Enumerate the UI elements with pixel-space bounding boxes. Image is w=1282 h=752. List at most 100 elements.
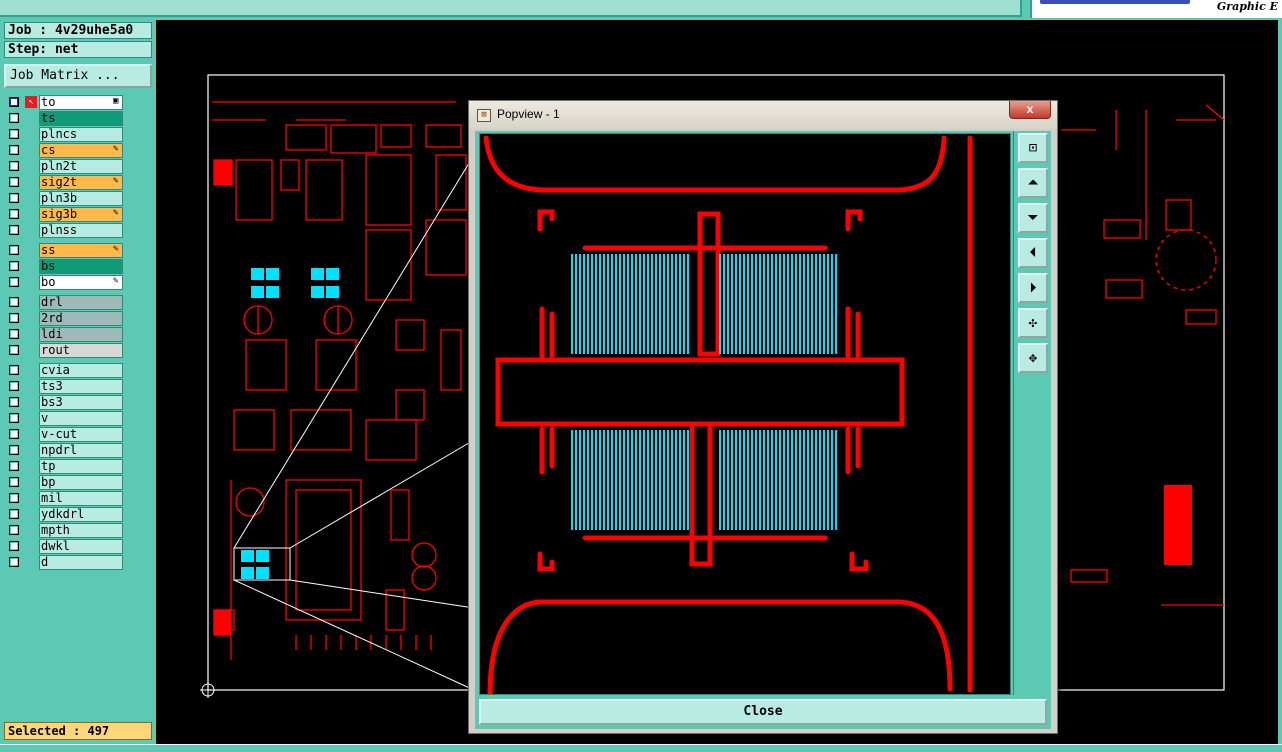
- layer-row[interactable]: v: [5, 411, 125, 426]
- layer-name[interactable]: ts: [39, 111, 123, 126]
- layer-row[interactable]: bs3: [5, 395, 125, 410]
- layer-checkbox[interactable]: [9, 277, 19, 287]
- layer-row[interactable]: ts3: [5, 379, 125, 394]
- close-button[interactable]: Close: [479, 699, 1047, 725]
- layer-row[interactable]: cvia: [5, 363, 125, 378]
- layer-name[interactable]: 2rd: [39, 311, 123, 326]
- layer-row[interactable]: pln3b: [5, 191, 125, 206]
- layer-name[interactable]: cvia: [39, 363, 123, 378]
- layer-checkbox[interactable]: [9, 541, 19, 551]
- layer-name[interactable]: pln2t: [39, 159, 123, 174]
- job-matrix-button[interactable]: Job Matrix ...: [4, 64, 152, 88]
- layer-row[interactable]: tp: [5, 459, 125, 474]
- layer-checkbox[interactable]: [9, 209, 19, 219]
- layer-row[interactable]: 2rd: [5, 311, 125, 326]
- layer-row[interactable]: ss ✎: [5, 243, 125, 258]
- layer-name[interactable]: drl: [39, 295, 123, 310]
- layer-name[interactable]: plncs: [39, 127, 123, 142]
- layer-checkbox[interactable]: [9, 397, 19, 407]
- layer-checkbox[interactable]: [9, 97, 19, 107]
- layer-checkbox[interactable]: [9, 461, 19, 471]
- layer-checkbox[interactable]: [9, 525, 19, 535]
- layer-name[interactable]: ss: [39, 243, 123, 258]
- layer-row[interactable]: ydkdrl: [5, 507, 125, 522]
- menu-strip[interactable]: [0, 0, 1022, 17]
- layer-name[interactable]: plnss: [39, 223, 123, 238]
- layer-row[interactable]: d: [5, 555, 125, 570]
- layer-row[interactable]: ldi: [5, 327, 125, 342]
- zoom-in-icon[interactable]: ✣: [1018, 308, 1048, 338]
- layer-name[interactable]: mpth: [39, 523, 123, 538]
- layer-name[interactable]: ts3: [39, 379, 123, 394]
- layer-checkbox[interactable]: [9, 113, 19, 123]
- layer-name[interactable]: mil: [39, 491, 123, 506]
- layer-name[interactable]: v: [39, 411, 123, 426]
- layer-name[interactable]: bo: [39, 275, 123, 290]
- layer-checkbox[interactable]: [9, 129, 19, 139]
- layer-checkbox[interactable]: [9, 345, 19, 355]
- pan-left-icon[interactable]: ⏴: [1018, 238, 1048, 268]
- pan-up-icon[interactable]: ⏶: [1018, 168, 1048, 198]
- layer-checkbox[interactable]: [9, 429, 19, 439]
- layer-row[interactable]: bo ✎: [5, 275, 125, 290]
- layer-name[interactable]: sig2t: [39, 175, 123, 190]
- layer-checkbox[interactable]: [9, 413, 19, 423]
- layer-checkbox[interactable]: [9, 177, 19, 187]
- layer-row[interactable]: rout: [5, 343, 125, 358]
- layer-checkbox[interactable]: [9, 313, 19, 323]
- layer-row[interactable]: v-cut: [5, 427, 125, 442]
- layer-name[interactable]: bs3: [39, 395, 123, 410]
- layer-row[interactable]: ↖ to ▣: [5, 95, 125, 110]
- popview-titlebar[interactable]: ⊠ Popview - 1 x: [469, 101, 1057, 129]
- layer-row[interactable]: npdrl: [5, 443, 125, 458]
- layer-name[interactable]: to: [39, 95, 123, 110]
- layer-name[interactable]: dwkl: [39, 539, 123, 554]
- vertical-scrollbar[interactable]: [1278, 20, 1282, 746]
- layer-row[interactable]: ts: [5, 111, 125, 126]
- layer-checkbox[interactable]: [9, 557, 19, 567]
- layer-checkbox[interactable]: [9, 365, 19, 375]
- pan-right-icon[interactable]: ⏵: [1018, 273, 1048, 303]
- layer-name[interactable]: rout: [39, 343, 123, 358]
- zoom-fit-icon[interactable]: ⊡: [1018, 133, 1048, 163]
- layer-name[interactable]: cs: [39, 143, 123, 158]
- layer-row[interactable]: mil: [5, 491, 125, 506]
- layer-checkbox[interactable]: [9, 193, 19, 203]
- layer-name[interactable]: sig3b: [39, 207, 123, 222]
- popview-zoom-view[interactable]: [479, 133, 1011, 697]
- layer-name[interactable]: pln3b: [39, 191, 123, 206]
- layer-row[interactable]: plncs: [5, 127, 125, 142]
- layer-name[interactable]: npdrl: [39, 443, 123, 458]
- layer-row[interactable]: pln2t: [5, 159, 125, 174]
- layer-checkbox[interactable]: [9, 145, 19, 155]
- layer-checkbox[interactable]: [9, 225, 19, 235]
- popview-window[interactable]: ⊠ Popview - 1 x ⊡ ⏶ ⏷ ⏴ ⏵ ✣ ✥ Close: [468, 100, 1058, 734]
- layer-checkbox[interactable]: [9, 381, 19, 391]
- layer-row[interactable]: dwkl: [5, 539, 125, 554]
- layer-name[interactable]: v-cut: [39, 427, 123, 442]
- layer-checkbox[interactable]: [9, 297, 19, 307]
- layer-name[interactable]: tp: [39, 459, 123, 474]
- layer-name[interactable]: ydkdrl: [39, 507, 123, 522]
- layer-name[interactable]: bs: [39, 259, 123, 274]
- layer-checkbox[interactable]: [9, 477, 19, 487]
- layer-row[interactable]: mpth: [5, 523, 125, 538]
- layer-checkbox[interactable]: [9, 493, 19, 503]
- zoom-out-icon[interactable]: ✥: [1018, 343, 1048, 373]
- layer-checkbox[interactable]: [9, 445, 19, 455]
- layer-row[interactable]: sig2t ✎: [5, 175, 125, 190]
- layer-row[interactable]: bs: [5, 259, 125, 274]
- layer-name[interactable]: bp: [39, 475, 123, 490]
- layer-name[interactable]: ldi: [39, 327, 123, 342]
- layer-checkbox[interactable]: [9, 245, 19, 255]
- layer-checkbox[interactable]: [9, 261, 19, 271]
- layer-row[interactable]: drl: [5, 295, 125, 310]
- layer-row[interactable]: plnss: [5, 223, 125, 238]
- layer-row[interactable]: cs ✎: [5, 143, 125, 158]
- layer-name[interactable]: d: [39, 555, 123, 570]
- pan-down-icon[interactable]: ⏷: [1018, 203, 1048, 233]
- layer-row[interactable]: bp: [5, 475, 125, 490]
- layer-checkbox[interactable]: [9, 509, 19, 519]
- layer-checkbox[interactable]: [9, 161, 19, 171]
- layer-row[interactable]: sig3b ✎: [5, 207, 125, 222]
